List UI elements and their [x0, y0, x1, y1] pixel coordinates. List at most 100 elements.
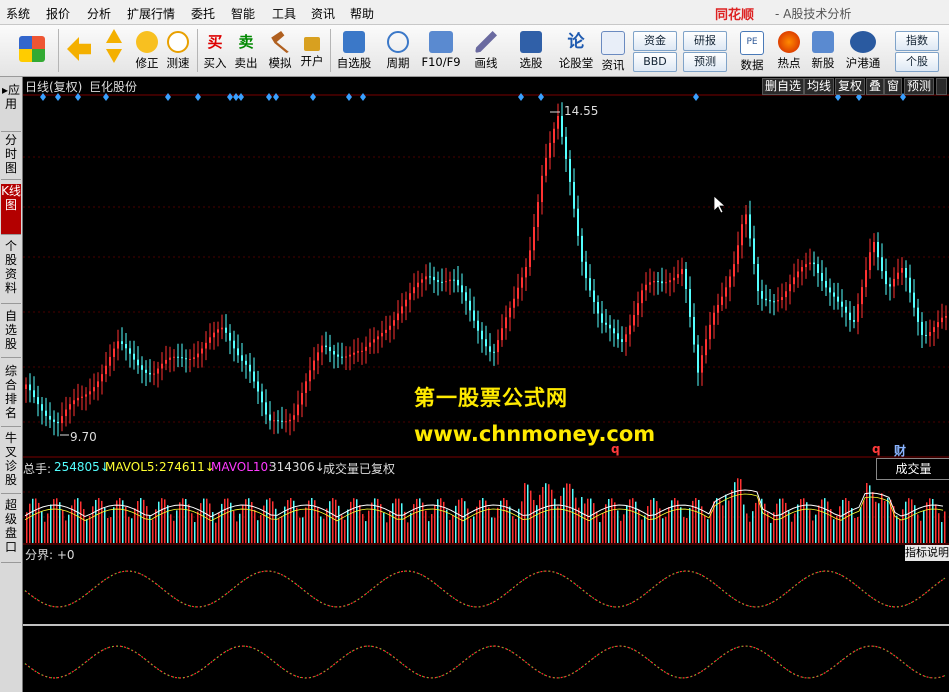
forum-button[interactable]: 论 论股堂	[557, 25, 595, 76]
menu-system[interactable]: 系统	[6, 5, 30, 22]
scroll-button[interactable]	[936, 78, 947, 95]
forecast-button[interactable]: 预测	[683, 52, 727, 72]
tab-ranking[interactable]: 综合排名	[1, 364, 21, 427]
open-account-button[interactable]: 开户	[297, 25, 327, 76]
hk-connect-button[interactable]: 沪港通	[842, 25, 884, 76]
volume-bar	[581, 497, 583, 543]
volume-bar	[305, 507, 307, 543]
period-button[interactable]: 周期	[380, 25, 416, 76]
sell-button[interactable]: 卖 卖出	[232, 25, 260, 76]
index-button[interactable]: 指数	[895, 31, 939, 51]
candle-body	[925, 334, 927, 336]
menu-entrust[interactable]: 委托	[191, 5, 215, 22]
volume-bar	[251, 502, 253, 543]
buy-button[interactable]: 买 买入	[201, 25, 229, 76]
overlay-button[interactable]: 叠	[866, 78, 885, 95]
volume-bar	[845, 498, 847, 543]
tab-kline[interactable]: K线图	[1, 184, 21, 235]
volume-bar	[917, 514, 919, 543]
fund-button[interactable]: 资金	[633, 31, 677, 51]
stock-select-button[interactable]: 选股	[514, 25, 548, 76]
candle-body	[549, 142, 551, 158]
volume-bar	[125, 507, 127, 543]
volume-bar	[860, 507, 862, 543]
watchlist-label: 自选股	[336, 56, 372, 70]
stock-button[interactable]: 个股	[895, 52, 939, 72]
candle-body	[761, 291, 763, 299]
candle-body	[393, 320, 395, 326]
menu-quote[interactable]: 报价	[46, 5, 70, 22]
hotspot-button[interactable]: 热点	[773, 25, 805, 76]
tab-watchlist[interactable]: 自选股	[1, 309, 21, 358]
candle-body	[825, 280, 827, 288]
toolbar: 修正 测速 买 买入 卖 卖出 模拟 开户 自选股 周期 F10/F9 画线 选…	[0, 25, 949, 77]
speed-test-button[interactable]: 测速	[164, 25, 192, 76]
volume-bar	[737, 478, 739, 543]
finance-marker[interactable]: 财	[894, 442, 906, 459]
remove-watchlist-button[interactable]: 删自选	[762, 78, 805, 95]
volume-bar	[887, 498, 889, 543]
tab-profile[interactable]: 个股资料	[1, 239, 21, 304]
grid-button[interactable]	[10, 25, 54, 76]
back-button[interactable]	[62, 25, 96, 76]
volume-bar	[164, 499, 166, 543]
tab-diagnosis[interactable]: 牛叉诊股	[1, 431, 21, 494]
ma-button[interactable]: 均线	[804, 78, 835, 95]
candle-body	[865, 270, 867, 288]
volume-bar	[851, 508, 853, 543]
simulate-button[interactable]: 模拟	[265, 25, 295, 76]
news-button[interactable]: 资讯	[598, 25, 628, 76]
window-button[interactable]: 窗	[884, 78, 903, 95]
stock-select-label: 选股	[519, 56, 543, 70]
volume-bar	[905, 501, 907, 543]
volume-indicator-tab[interactable]: 成交量	[876, 458, 949, 480]
tab-intraday[interactable]: 分时图	[1, 133, 21, 180]
menu-news[interactable]: 资讯	[311, 5, 335, 22]
menu-tools[interactable]: 工具	[272, 5, 296, 22]
candle-body	[697, 344, 699, 373]
volume-bar	[704, 515, 706, 543]
new-stock-button[interactable]: 新股	[807, 25, 839, 76]
candle-body	[861, 287, 863, 305]
volume-bar	[848, 500, 850, 543]
draw-line-button[interactable]: 画线	[470, 25, 502, 76]
candle-body	[405, 299, 407, 307]
menu-smart[interactable]: 智能	[231, 5, 255, 22]
candle-body	[293, 415, 295, 420]
mavol10-label: MAVOL10:	[211, 460, 273, 474]
volume-bar	[599, 522, 601, 543]
candle-body	[425, 276, 427, 280]
candle-body	[233, 340, 235, 349]
menu-extended[interactable]: 扩展行情	[127, 5, 175, 22]
tab-apps[interactable]: ▸应用	[1, 81, 21, 132]
menu-analysis[interactable]: 分析	[87, 5, 111, 22]
volume-bar	[95, 499, 97, 543]
bbd-button[interactable]: BBD	[633, 52, 677, 72]
candle-body	[641, 290, 643, 304]
forecast-panel-button[interactable]: 预测	[904, 78, 935, 95]
volume-bar	[83, 509, 85, 543]
f10-button[interactable]: F10/F9	[420, 25, 462, 76]
volume-bar	[923, 510, 925, 543]
candle-body	[713, 312, 715, 325]
candle-body	[249, 364, 251, 372]
indicator-help-button[interactable]: 指标说明	[905, 545, 949, 561]
volume-bar	[527, 484, 529, 543]
menu-help[interactable]: 帮助	[350, 5, 374, 22]
volume-bar	[245, 499, 247, 543]
research-button[interactable]: 研报	[683, 31, 727, 51]
adjust-button[interactable]: 复权	[835, 78, 866, 95]
volume-bar	[476, 506, 478, 543]
volume-bar	[458, 499, 460, 543]
candle-body	[857, 304, 859, 322]
volume-bar	[731, 490, 733, 543]
candle-body	[669, 280, 671, 283]
event-marker-q[interactable]: q	[872, 442, 881, 456]
watchlist-button[interactable]: 自选股	[335, 25, 373, 76]
volume-bar	[566, 483, 568, 543]
volume-bar	[740, 479, 742, 543]
data-button[interactable]: PE 数据	[736, 25, 768, 76]
up-down-button[interactable]	[102, 25, 126, 76]
correct-button[interactable]: 修正	[134, 25, 160, 76]
tab-level2[interactable]: 超级盘口	[1, 498, 21, 563]
